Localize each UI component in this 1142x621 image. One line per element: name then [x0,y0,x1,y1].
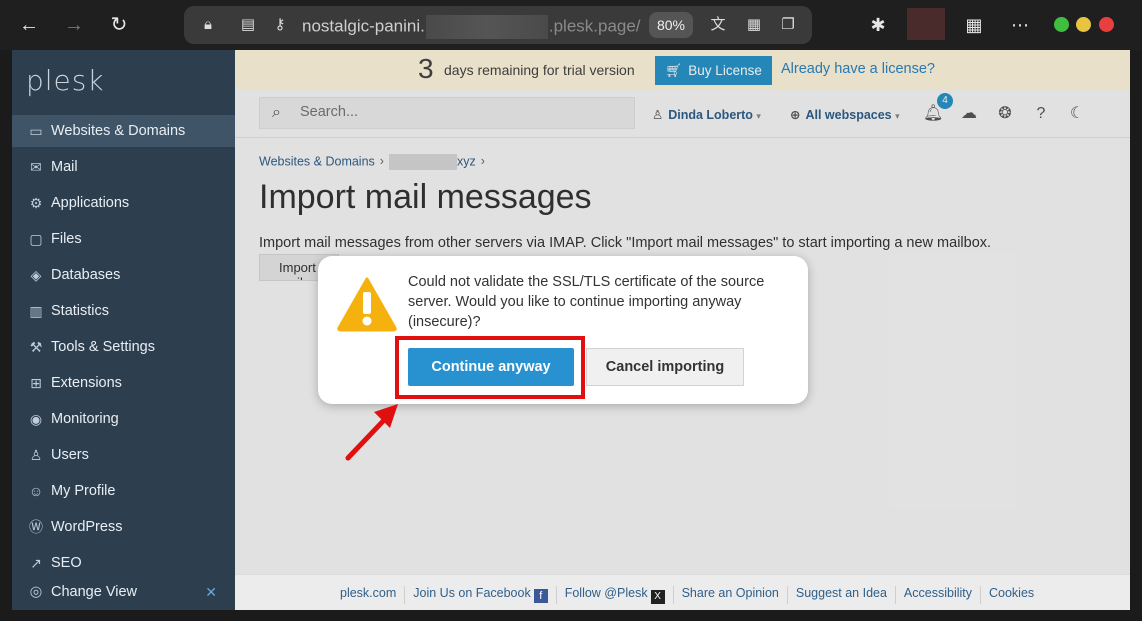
maximize-window-button[interactable] [1076,17,1091,32]
footer-link-follow[interactable]: Follow @Plesk X [555,586,673,604]
url-redaction [425,15,548,39]
sidebar-item-label: Websites & Domains [51,123,186,139]
sidebar-item-label: Files [51,231,82,247]
sidebar-item-tools-settings[interactable]: ⚒ Tools & Settings [12,331,235,363]
sidebar-item-label: Extensions [51,375,122,391]
sidebar-item-mail[interactable]: ✉ Mail [12,151,235,183]
sidebar-item-label: WordPress [51,519,123,535]
profile-icon: ☺ [28,483,44,499]
sidebar-item-label: Mail [51,159,78,175]
sidebar-item-files[interactable]: ▢ Files [12,223,235,255]
extensions-puzzle-icon[interactable]: ✱ [866,13,890,37]
tools-icon: ⚒ [29,338,43,355]
footer-link-suggest-idea[interactable]: Suggest an Idea [786,586,895,604]
sidebar: plesk ▭ Websites & Domains ✉ Mail ⚙ Appl… [12,50,235,610]
browser-toolbar: ← → ↻ 🔒︎ ▤ ⚷ nostalgic-panini. .plesk.pag… [0,0,1142,50]
wordpress-icon: Ⓦ [29,519,43,535]
x-twitter-icon: X [650,590,665,604]
sidebar-item-label: SEO [51,555,82,571]
annotation-arrow-icon [345,404,398,461]
sidebar-item-applications[interactable]: ⚙ Applications [12,187,235,219]
footer-link-share-opinion[interactable]: Share an Opinion [672,586,787,604]
key-icon[interactable]: ⚷ [270,15,290,35]
sidebar-item-seo[interactable]: ↗ SEO [12,547,235,579]
change-view-button[interactable]: ◎ Change View ✕ [12,576,235,608]
gear-icon: ⚙ [29,194,43,211]
reload-icon[interactable]: ↻ [106,12,132,38]
apps-add-icon[interactable]: ▦ [962,13,986,37]
cancel-importing-button[interactable]: Cancel importing [586,348,744,386]
back-arrow-icon[interactable]: ← [16,12,42,38]
seo-icon: ↗ [30,554,42,571]
zoom-indicator[interactable]: 80% [649,12,693,38]
footer: plesk.com Join Us on Facebook f Follow @P… [235,574,1130,610]
footer-links: plesk.com Join Us on Facebook f Follow @P… [332,586,1042,604]
sidebar-item-label: Users [51,447,89,463]
monitor-icon: ▭ [29,122,43,139]
footer-link-cookies[interactable]: Cookies [980,586,1042,604]
sidebar-item-databases[interactable]: ◈ Databases [12,259,235,291]
sidebar-item-my-profile[interactable]: ☺ My Profile [12,475,235,507]
sidebar-item-websites-domains[interactable]: ▭ Websites & Domains [12,115,235,147]
minimize-window-button[interactable] [1054,17,1069,32]
dialog-message: Could not validate the SSL/TLS certifica… [408,274,765,330]
site-info-icon[interactable]: ▤ [238,15,258,35]
mail-icon: ✉ [30,158,42,175]
monitoring-icon: ◉ [29,410,43,427]
profile-avatar[interactable] [907,8,945,40]
bookmark-icon[interactable]: ❐ [778,15,798,35]
sidebar-item-monitoring[interactable]: ◉ Monitoring [12,403,235,435]
sidebar-item-label: Databases [51,267,121,283]
footer-link-plesk[interactable]: plesk.com [332,586,404,604]
translate-icon[interactable]: 文 [708,15,728,35]
change-view-icon: ◎ [29,584,43,600]
sidebar-item-label: Applications [51,195,130,211]
footer-link-label: Follow @Plesk [564,586,648,600]
footer-link-facebook[interactable]: Join Us on Facebook f [404,586,555,604]
change-view-label: Change View [51,584,137,600]
footer-link-label: Join Us on Facebook [413,586,531,600]
more-menu-icon[interactable]: ⋯ [1008,13,1032,37]
sidebar-item-extensions[interactable]: ⊞ Extensions [12,367,235,399]
sidebar-item-users[interactable]: ♙ Users [12,439,235,471]
sidebar-item-label: Monitoring [51,411,119,427]
page-viewport: plesk ▭ Websites & Domains ✉ Mail ⚙ Appl… [12,50,1130,610]
warning-icon [337,277,397,332]
lock-icon[interactable]: 🔒︎ [198,15,218,35]
apps-grid-icon[interactable]: ▦ [744,15,764,35]
url-text: nostalgic-panini. .plesk.page/ [302,15,641,39]
sidebar-item-label: Statistics [51,303,110,319]
close-icon[interactable]: ✕ [205,584,217,601]
bar-chart-icon: ▥ [29,302,43,319]
folder-icon: ▢ [29,230,43,247]
database-icon: ◈ [30,266,42,283]
sidebar-item-label: Tools & Settings [51,339,155,355]
sidebar-item-wordpress[interactable]: Ⓦ WordPress [12,511,235,543]
close-window-button[interactable] [1099,17,1114,32]
user-icon: ♙ [29,446,43,463]
sidebar-item-label: My Profile [51,483,116,499]
sidebar-item-statistics[interactable]: ▥ Statistics [12,295,235,327]
facebook-icon: f [533,589,548,603]
plesk-logo[interactable]: plesk [26,64,105,97]
annotation-highlight-box [395,336,585,399]
extensions-icon: ⊞ [30,374,42,391]
forward-arrow-icon[interactable]: → [61,12,87,38]
footer-link-accessibility[interactable]: Accessibility [894,586,980,604]
address-bar[interactable]: 🔒︎ ▤ ⚷ nostalgic-panini. .plesk.page/ 80%… [184,6,812,44]
